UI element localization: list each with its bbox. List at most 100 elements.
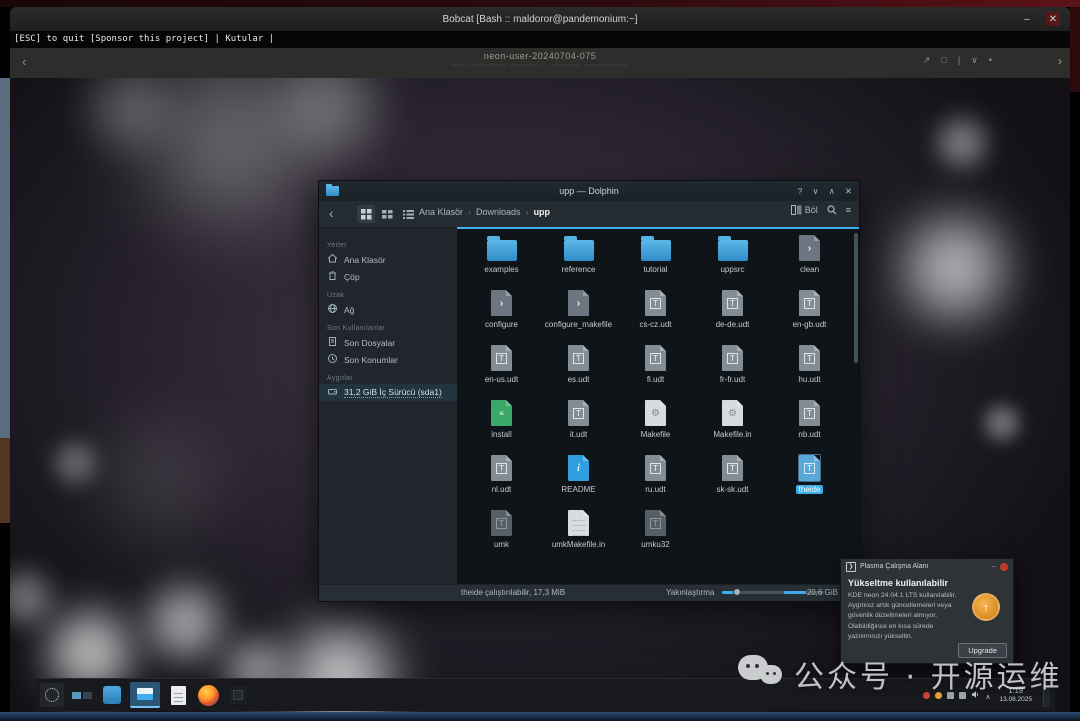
notification-close-icon[interactable] [1000, 563, 1008, 571]
file-item[interactable]: Ten-gb.udt [771, 286, 848, 341]
file-item[interactable]: Tfi.udt [617, 341, 694, 396]
file-item[interactable]: Tru.udt [617, 451, 694, 506]
notification-configure-icon[interactable]: – [992, 562, 996, 571]
terminal-title: Bobcat [Bash :: maldoror@pandemonium:~] [443, 14, 638, 25]
file-item[interactable]: Tnb.udt [771, 396, 848, 451]
file-item[interactable]: Thu.udt [771, 341, 848, 396]
file-icon: T [645, 454, 666, 482]
breadcrumb-item[interactable]: upp [534, 207, 551, 217]
hamburger-menu-icon[interactable]: ≡ [846, 205, 851, 215]
file-type-glyph: T [496, 518, 507, 529]
bokeh-circle [143, 581, 227, 665]
file-item[interactable]: examples [463, 231, 540, 286]
file-item[interactable]: Tit.udt [540, 396, 617, 451]
file-name: nb.udt [798, 430, 820, 439]
file-item[interactable]: ⚙Makefile.in [694, 396, 771, 451]
icons-view-button[interactable] [357, 205, 375, 223]
dolphin-task-button[interactable] [130, 682, 160, 708]
file-name: es.udt [568, 375, 590, 384]
file-name: cs-cz.udt [639, 320, 671, 329]
fullscreen-icon[interactable]: ↗ [923, 55, 931, 66]
host-minimize-button[interactable]: – [1020, 12, 1034, 26]
breadcrumb: ›Ana Klasör›Downloads›upp [411, 207, 550, 217]
terminal-titlebar: Bobcat [Bash :: maldoror@pandemonium:~] … [10, 7, 1070, 31]
file-item[interactable]: Tsk-sk.udt [694, 451, 771, 506]
file-item[interactable]: reference [540, 231, 617, 286]
file-item[interactable]: Tnl.udt [463, 451, 540, 506]
sidebar-item-son-konumlar[interactable]: Son Konumlar [319, 351, 457, 368]
document-glyph: T [645, 290, 666, 316]
file-item[interactable]: Ten-us.udt [463, 341, 540, 396]
file-item[interactable]: › configure_makefile [540, 286, 617, 341]
file-icon: T [568, 399, 589, 427]
maximize-button[interactable]: ∧ [829, 186, 835, 197]
file-item[interactable]: Tumk [463, 506, 540, 561]
file-item[interactable]: umkMakefile.in [540, 506, 617, 561]
breadcrumb-item[interactable]: Downloads [476, 207, 521, 217]
file-item[interactable]: Tcs-cz.udt [617, 286, 694, 341]
firefox-icon[interactable] [196, 683, 220, 707]
viewer-title: neon-user-20240704-075 [10, 51, 1070, 61]
file-item[interactable]: tutorial [617, 231, 694, 286]
sidebar-item-a-[interactable]: Ağ [319, 301, 457, 318]
clock-icon [327, 353, 338, 366]
file-item[interactable]: ›clean [771, 231, 848, 286]
background-app-icon[interactable] [226, 683, 250, 707]
sidebar-item-label: Ağ [344, 305, 354, 315]
file-name: configure_makefile [545, 320, 612, 329]
file-type-glyph: T [804, 463, 815, 474]
sidebar-item-label: 31,2 GiB İç Sürücü (sda1) [344, 387, 442, 398]
file-icon: T [799, 399, 820, 427]
next-icon[interactable]: › [1058, 54, 1062, 68]
app-launcher-icon[interactable] [40, 683, 64, 707]
file-type-glyph: ⚙ [728, 409, 737, 418]
search-icon[interactable] [827, 205, 837, 215]
display-icon[interactable]: □ [941, 55, 946, 66]
file-item[interactable]: Ttheide [771, 451, 848, 506]
pinned-app-icon[interactable] [100, 683, 124, 707]
split-view-button[interactable]: Böl [791, 205, 818, 215]
file-item[interactable]: ≡install [463, 396, 540, 451]
file-item[interactable]: ⚙Makefile [617, 396, 694, 451]
more-icon[interactable]: • [989, 55, 992, 66]
file-name: examples [484, 265, 518, 274]
close-button[interactable]: ✕ [845, 186, 852, 197]
file-name: umk [494, 540, 509, 549]
file-item[interactable]: Tumku32 [617, 506, 694, 561]
scrollbar-thumb[interactable] [854, 233, 858, 363]
sidebar-item-31-2-gib-i-s-r-c-sda1-[interactable]: 31,2 GiB İç Sürücü (sda1) [319, 384, 457, 401]
breadcrumb-item[interactable]: Ana Klasör [419, 207, 463, 217]
file-name: fr-fr.udt [720, 375, 745, 384]
document-glyph: › [799, 235, 820, 261]
dolphin-titlebar[interactable]: upp — Dolphin ?∨∧✕ [319, 181, 859, 201]
trash-icon [327, 270, 338, 283]
sidebar-item-son-dosyalar[interactable]: Son Dosyalar [319, 334, 457, 351]
zoom-slider-knob[interactable] [733, 588, 741, 596]
frame-left-edge [0, 78, 10, 438]
sidebar-item-ana-klas-r[interactable]: Ana Klasör [319, 251, 457, 268]
file-name: de-de.udt [716, 320, 750, 329]
file-name: fi.udt [647, 375, 664, 384]
dolphin-window: upp — Dolphin ?∨∧✕ ‹ ›Ana Klasör›Downloa… [318, 180, 860, 602]
compact-view-button[interactable] [378, 205, 396, 223]
file-type-glyph: T [650, 518, 661, 529]
text-editor-icon[interactable] [166, 683, 190, 707]
file-icon: T [799, 344, 820, 372]
back-icon[interactable]: ‹ [329, 205, 334, 221]
file-item[interactable]: Tfr-fr.udt [694, 341, 771, 396]
file-item[interactable]: Tde-de.udt [694, 286, 771, 341]
host-close-button[interactable]: ✕ [1046, 12, 1060, 26]
folder-view[interactable]: examplesreferencetutorialuppsrc›clean›co… [457, 229, 859, 585]
notification-body: KDE neon 24.04.1 LTS kullanılabilir. Ayg… [848, 591, 966, 642]
help-button[interactable]: ? [798, 186, 803, 196]
pager-widget[interactable] [70, 683, 94, 707]
file-icon: T [645, 509, 666, 537]
file-item[interactable]: ›configure [463, 286, 540, 341]
file-item[interactable]: uppsrc [694, 231, 771, 286]
file-item[interactable]: Tes.udt [540, 341, 617, 396]
document-glyph: › [568, 290, 589, 316]
sidebar-item--p[interactable]: Çöp [319, 268, 457, 285]
minimize-button[interactable]: ∨ [812, 186, 818, 197]
collapse-icon[interactable]: ∨ [971, 55, 978, 66]
file-item[interactable]: iREADME [540, 451, 617, 506]
